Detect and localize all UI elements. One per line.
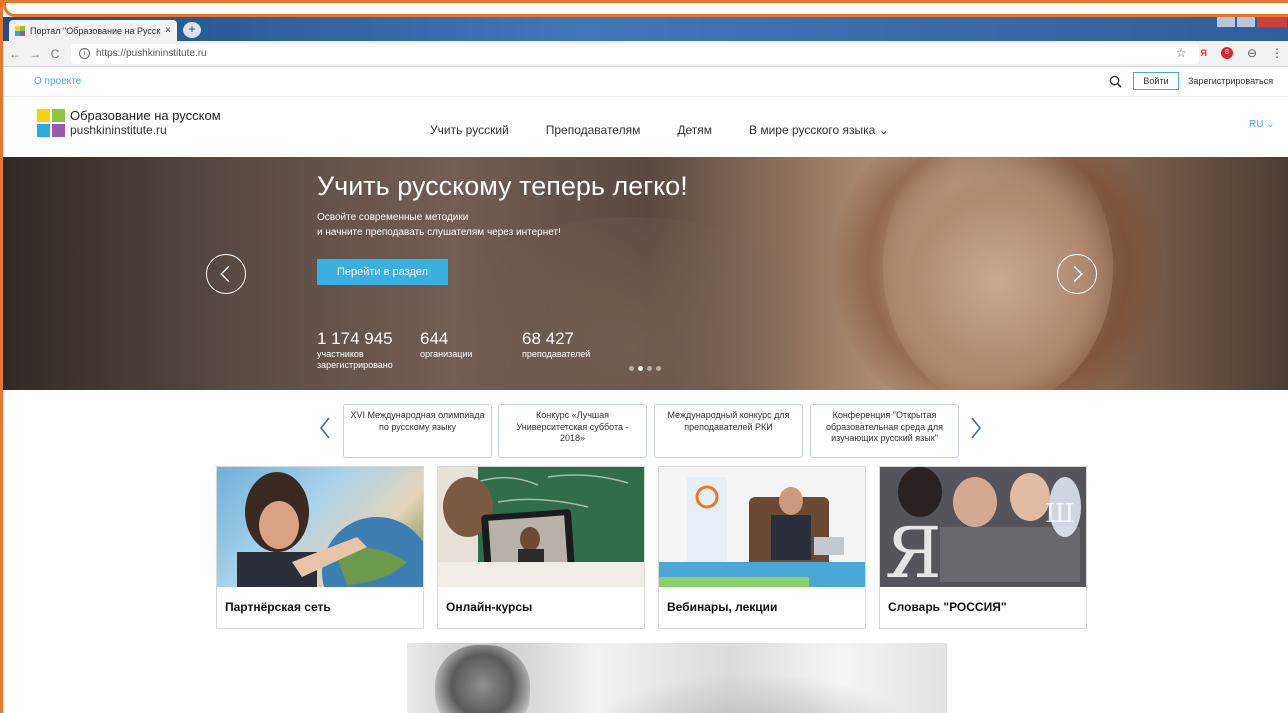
language-selector[interactable]: RU ⌄ [1249, 119, 1275, 130]
tile-online-courses[interactable]: Онлайн-курсы [437, 466, 645, 629]
forward-icon[interactable]: → [27, 47, 43, 61]
logo-mark-icon [37, 109, 65, 137]
stat-number: 68 427 [522, 329, 574, 348]
tile-dictionary[interactable]: Я Ш Словарь "РОССИЯ" [879, 466, 1087, 629]
window-border [3, 3, 1288, 17]
carousel-dot[interactable] [647, 366, 652, 371]
hero-title: Учить русскому теперь легко! [317, 171, 688, 201]
stat-number: 1 174 945 [317, 329, 393, 348]
toolbar-icons: ☆ Я 8 ⊖ ⋮ [1176, 46, 1283, 60]
stat-teachers: 68 427 преподавателей [522, 329, 590, 360]
tablet-scene-illustration [438, 467, 644, 587]
news-carousel: XVI Международная олимпиада по русскому … [3, 404, 1288, 458]
back-icon[interactable]: ← [7, 47, 23, 61]
carousel-dot[interactable] [638, 366, 643, 371]
stat-organizations: 644 организации [420, 329, 472, 360]
minimize-icon[interactable] [1217, 17, 1235, 27]
url-input[interactable]: i https://pushkininstitute.ru [71, 43, 1199, 64]
logo-domain: pushkininstitute.ru [70, 123, 167, 137]
nav-item-learn-russian[interactable]: Учить русский [430, 123, 509, 137]
tab-title: Портал "Образование на Русск [30, 25, 161, 36]
reload-icon[interactable]: C [47, 47, 63, 61]
nav-item-teachers[interactable]: Преподавателям [546, 123, 641, 137]
site-info-icon[interactable]: i [79, 48, 90, 59]
carousel-dot[interactable] [629, 366, 634, 371]
favicon-icon [15, 25, 25, 36]
logo-text: Образование на русском pushkininstitute.… [70, 108, 221, 138]
webinar-scene-illustration [659, 467, 865, 587]
window-controls [1217, 17, 1287, 31]
stat-label: преподавателей [522, 349, 591, 359]
news-card[interactable]: Конкурс «Лучшая Университетская суббота … [498, 404, 647, 458]
tab-strip: Портал "Образование на Русск × + [3, 17, 1288, 41]
dictionary-scene-illustration: Я Ш [880, 467, 1086, 587]
news-next-icon[interactable] [969, 416, 983, 440]
site-logo[interactable]: Образование на русском pushkininstitute.… [37, 109, 221, 137]
site-topbar: О проекте Войти Зарегистрироваться [3, 67, 1288, 97]
stat-label: участников [317, 349, 364, 359]
browser-window: Портал "Образование на Русск × + ← → C i… [0, 0, 1288, 713]
hero-subtitle: Освойте современные методики и начните п… [317, 210, 561, 240]
about-link[interactable]: О проекте [34, 76, 81, 87]
url-text: https://pushkininstitute.ru [96, 48, 207, 59]
new-tab-button[interactable]: + [183, 22, 201, 38]
hero-carousel: Учить русскому теперь легко! Освойте сов… [3, 157, 1288, 390]
browser-tab[interactable]: Портал "Образование на Русск × [9, 20, 177, 41]
news-card[interactable]: Конференция "Открытая образовательная ср… [810, 404, 959, 458]
main-nav: Учить русский Преподавателям Детям В мир… [430, 123, 889, 137]
bookmark-star-icon[interactable]: ☆ [1176, 46, 1187, 60]
yandex-icon[interactable]: Я [1200, 48, 1206, 58]
register-link[interactable]: Зарегистрироваться [1188, 76, 1273, 86]
login-button[interactable]: Войти [1133, 72, 1179, 90]
address-bar-row: ← → C i https://pushkininstitute.ru ☆ Я … [3, 41, 1288, 67]
browser-menu-icon[interactable]: ⋮ [1271, 46, 1283, 60]
close-window-icon[interactable] [1257, 17, 1287, 27]
tile-partner-network[interactable]: Партнёрская сеть [216, 466, 424, 629]
banner-landscape [587, 673, 917, 713]
svg-text:Я: Я [885, 512, 942, 587]
search-icon[interactable] [1109, 75, 1122, 88]
hero-subtitle-line: и начните преподавать слушателям через и… [317, 227, 561, 238]
nav-item-kids[interactable]: Детям [677, 123, 712, 137]
tile-caption: Вебинары, лекции [667, 600, 778, 614]
svg-text:Ш: Ш [1045, 499, 1075, 529]
news-prev-icon[interactable] [318, 416, 332, 440]
nav-item-russian-world[interactable]: В мире русского языка ⌄ [749, 123, 889, 137]
notification-badge-icon[interactable]: 8 [1220, 47, 1233, 59]
banner-portrait [435, 645, 530, 713]
tile-webinars[interactable]: Вебинары, лекции [658, 466, 866, 629]
close-tab-icon[interactable]: × [165, 25, 171, 36]
carousel-next-icon[interactable] [1057, 254, 1097, 294]
tile-caption: Словарь "РОССИЯ" [888, 600, 1007, 614]
tile-image [438, 467, 644, 587]
tile-caption: Онлайн-курсы [446, 600, 533, 614]
tile-image [217, 467, 423, 587]
profile-icon[interactable]: ⊖ [1247, 46, 1257, 60]
news-card[interactable]: XVI Международная олимпиада по русскому … [343, 404, 492, 458]
carousel-dot[interactable] [656, 366, 661, 371]
stat-number: 644 [420, 329, 449, 348]
stat-label: зарегистрировано [317, 360, 393, 370]
hero-subtitle-line: Освойте современные методики [317, 212, 469, 223]
featured-banner-image[interactable] [407, 643, 947, 713]
carousel-prev-icon[interactable] [206, 254, 246, 294]
tile-caption: Партнёрская сеть [225, 600, 331, 614]
tile-image [659, 467, 865, 587]
maximize-icon[interactable] [1237, 17, 1255, 27]
tile-image: Я Ш [880, 467, 1086, 587]
go-to-section-button[interactable]: Перейти в раздел [317, 259, 448, 285]
logo-title: Образование на русском [70, 108, 221, 123]
stat-label: организации [420, 349, 473, 359]
carousel-dots [629, 366, 661, 371]
globe-scene-illustration [237, 472, 423, 587]
stat-participants: 1 174 945 участников зарегистрировано [317, 329, 393, 371]
site-header: Образование на русском pushkininstitute.… [3, 97, 1288, 157]
news-card[interactable]: Международный конкурс для преподавателей… [654, 404, 803, 458]
